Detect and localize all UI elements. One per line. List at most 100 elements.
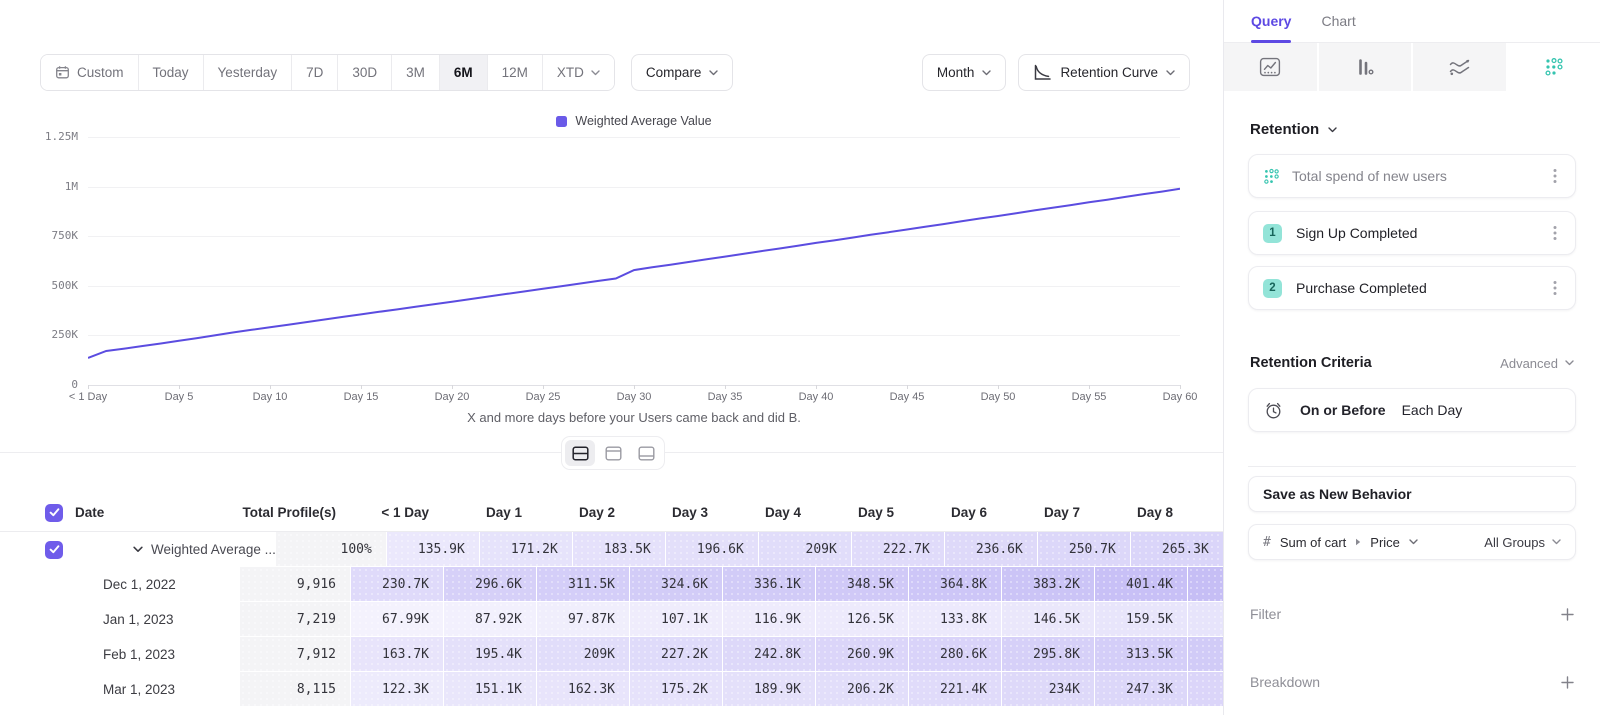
- kebab-menu-icon[interactable]: [1549, 276, 1561, 300]
- report-tab-bar-chart[interactable]: [1319, 43, 1414, 91]
- range-button-custom[interactable]: Custom: [41, 55, 139, 90]
- range-button-today[interactable]: Today: [139, 55, 204, 90]
- cell-day-0[interactable]: 122.3K: [350, 672, 443, 707]
- range-button-xtd[interactable]: XTD: [543, 55, 614, 90]
- report-tab-flow[interactable]: [1413, 43, 1508, 91]
- cell-day-6[interactable]: 133.8K: [908, 602, 1001, 637]
- cell-day-2[interactable]: 97.87K: [536, 602, 629, 637]
- layout-toggle-band-bottom[interactable]: [631, 440, 661, 466]
- cell-day-5[interactable]: 222.7K: [851, 532, 944, 567]
- cell-day-0[interactable]: 230.7K: [350, 567, 443, 602]
- cell-day-5[interactable]: 206.2K: [815, 672, 908, 707]
- cell-day-4[interactable]: 242.8K: [722, 637, 815, 672]
- column-header-day-6: Day 6: [908, 494, 1001, 531]
- select-all-checkbox[interactable]: [45, 504, 63, 522]
- cell-day-2[interactable]: 311.5K: [536, 567, 629, 602]
- cell-day-1[interactable]: 87.92K: [443, 602, 536, 637]
- cell-day-4[interactable]: 209K: [758, 532, 851, 567]
- metric-row[interactable]: # Sum of cart Price All Groups: [1248, 524, 1576, 560]
- cell-day-0[interactable]: 67.99K: [350, 602, 443, 637]
- retention-line-series: [88, 189, 1180, 358]
- cell-day-1[interactable]: 296.6K: [443, 567, 536, 602]
- cell-day-6[interactable]: 221.4K: [908, 672, 1001, 707]
- panel-tab-chart[interactable]: Chart: [1321, 0, 1355, 42]
- granularity-button[interactable]: Month: [922, 54, 1007, 91]
- cell-day-3[interactable]: 227.2K: [629, 637, 722, 672]
- add-filter-button[interactable]: [1561, 608, 1574, 621]
- kebab-menu-icon[interactable]: [1549, 221, 1561, 245]
- kebab-menu-icon[interactable]: [1549, 164, 1561, 188]
- range-button-12m[interactable]: 12M: [488, 55, 543, 90]
- cell-day-6[interactable]: 236.6K: [944, 532, 1037, 567]
- range-button-3m[interactable]: 3M: [392, 55, 440, 90]
- cell-day-3[interactable]: 196.6K: [665, 532, 758, 567]
- cell-day-3[interactable]: 324.6K: [629, 567, 722, 602]
- cell-day-0[interactable]: 163.7K: [350, 637, 443, 672]
- step-card-1[interactable]: 1Sign Up Completed: [1248, 211, 1576, 255]
- cell-day-5[interactable]: 348.5K: [815, 567, 908, 602]
- criteria-mode-dropdown[interactable]: Advanced: [1500, 356, 1574, 371]
- cell-day-8[interactable]: 401.4K: [1094, 567, 1187, 602]
- number-property-icon: #: [1263, 535, 1271, 550]
- cell-day-7[interactable]: 250.7K: [1037, 532, 1130, 567]
- cell-day-3[interactable]: 175.2K: [629, 672, 722, 707]
- clock-icon: [1263, 400, 1284, 421]
- cell-day-0[interactable]: 135.9K: [386, 532, 479, 567]
- filter-label: Filter: [1250, 606, 1281, 622]
- behavior-card[interactable]: Total spend of new users: [1248, 154, 1576, 198]
- x-axis-tick: [270, 385, 271, 389]
- row-label: Dec 1, 2022: [103, 577, 176, 592]
- cell-day-7[interactable]: 383.2K: [1001, 567, 1094, 602]
- cell-day-5[interactable]: 260.9K: [815, 637, 908, 672]
- row-checkbox[interactable]: [45, 541, 63, 559]
- range-button-7d[interactable]: 7D: [292, 55, 338, 90]
- row-label: Weighted Average ...: [151, 542, 276, 557]
- range-button-6m[interactable]: 6M: [440, 55, 488, 90]
- cell-day-3[interactable]: 107.1K: [629, 602, 722, 637]
- criteria-condition-card[interactable]: On or Before Each Day: [1248, 388, 1576, 432]
- cell-day-2[interactable]: 183.5K: [572, 532, 665, 567]
- report-tab-dots-grid[interactable]: [1508, 43, 1600, 91]
- layout-toggle-band-top[interactable]: [598, 440, 628, 466]
- panel-tab-query[interactable]: Query: [1251, 0, 1291, 42]
- breakdown-row: Breakdown: [1248, 674, 1576, 690]
- cell-day-7[interactable]: 146.5K: [1001, 602, 1094, 637]
- range-button-30d[interactable]: 30D: [338, 55, 392, 90]
- save-as-new-behavior-button[interactable]: Save as New Behavior: [1248, 476, 1576, 512]
- step-card-2[interactable]: 2Purchase Completed: [1248, 266, 1576, 310]
- cell-day-4[interactable]: 116.9K: [722, 602, 815, 637]
- layout-toggle-split-rows[interactable]: [565, 440, 595, 466]
- table-row: Jan 1, 20237,21967.99K87.92K97.87K107.1K…: [0, 602, 1223, 637]
- cell-day-1[interactable]: 195.4K: [443, 637, 536, 672]
- cell-day-8[interactable]: 265.3K: [1130, 532, 1223, 567]
- x-axis-tick-label: Day 35: [708, 391, 743, 403]
- retention-line-chart[interactable]: [88, 137, 1180, 385]
- range-label: Today: [153, 65, 189, 80]
- range-label: 12M: [502, 65, 528, 80]
- cell-day-6[interactable]: 364.8K: [908, 567, 1001, 602]
- cell-day-2[interactable]: 162.3K: [536, 672, 629, 707]
- flow-icon: [1448, 58, 1471, 76]
- cell-day-8[interactable]: 247.3K: [1094, 672, 1187, 707]
- chart-type-button[interactable]: Retention Curve: [1018, 54, 1190, 91]
- cell-day-5[interactable]: 126.5K: [815, 602, 908, 637]
- report-tab-line-chart[interactable]: [1224, 43, 1319, 91]
- toolbar-right: Month Retention Curve: [922, 54, 1190, 91]
- cell-day-7[interactable]: 295.8K: [1001, 637, 1094, 672]
- cell-day-4[interactable]: 336.1K: [722, 567, 815, 602]
- range-button-yesterday[interactable]: Yesterday: [204, 55, 293, 90]
- cell-day-1[interactable]: 171.2K: [479, 532, 572, 567]
- retention-section-toggle[interactable]: Retention: [1250, 121, 1576, 138]
- compare-button[interactable]: Compare: [631, 54, 734, 91]
- cell-day-6[interactable]: 280.6K: [908, 637, 1001, 672]
- add-breakdown-button[interactable]: [1561, 676, 1574, 689]
- cell-day-8[interactable]: 159.5K: [1094, 602, 1187, 637]
- cell-day-2[interactable]: 209K: [536, 637, 629, 672]
- cell-day-4[interactable]: 189.9K: [722, 672, 815, 707]
- cell-day-7[interactable]: 234K: [1001, 672, 1094, 707]
- cell-day-8[interactable]: 313.5K: [1094, 637, 1187, 672]
- cell-day-1[interactable]: 151.1K: [443, 672, 536, 707]
- row-expander-chevron-icon[interactable]: [133, 546, 143, 553]
- group-dropdown[interactable]: All Groups: [1484, 535, 1561, 550]
- column-header-day-3: Day 3: [629, 494, 722, 531]
